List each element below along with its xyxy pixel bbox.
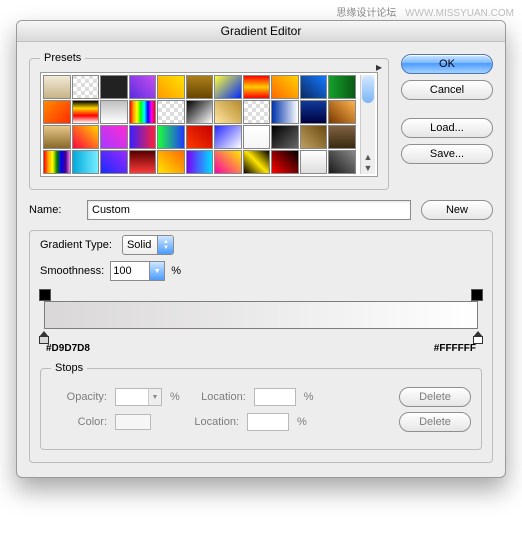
preset-swatch[interactable] [271,100,299,124]
preset-swatch[interactable] [100,150,128,174]
preset-swatch[interactable] [300,75,328,99]
dropdown-icon[interactable]: ▼ [149,262,164,280]
preset-swatch[interactable] [300,100,328,124]
smoothness-input[interactable]: ▼ [110,261,165,281]
gradient-type-select[interactable]: Solid ▲▼ [122,235,174,255]
opacity-location-input[interactable] [254,388,296,406]
smoothness-label: Smoothness: [40,265,104,277]
presets-scrollbar[interactable]: ▲ ▼ [360,75,375,174]
scroll-down-icon[interactable]: ▼ [364,163,373,174]
color-stop-left[interactable] [39,331,49,341]
preset-swatch[interactable] [43,150,71,174]
stops-group: Stops Opacity: ▼ % Location: % Delete Co… [40,362,482,450]
color-location-input[interactable] [247,413,289,431]
color-input[interactable] [115,414,151,430]
presets-menu-icon[interactable]: ▸ [376,60,382,74]
gradient-type-label: Gradient Type: [40,239,116,251]
preset-swatch[interactable] [243,125,271,149]
preset-swatch[interactable] [300,125,328,149]
window-title: Gradient Editor [17,21,505,42]
stops-legend: Stops [51,362,87,374]
updown-icon: ▲▼ [157,236,173,254]
preset-swatch[interactable] [271,75,299,99]
preset-swatch[interactable] [328,125,356,149]
preset-swatch[interactable] [129,150,157,174]
preset-swatch[interactable] [214,150,242,174]
preset-swatch[interactable] [157,75,185,99]
preset-swatch[interactable] [43,100,71,124]
color-stop-right[interactable] [473,331,483,341]
preset-swatch[interactable] [328,75,356,99]
scroll-up-icon[interactable]: ▲ [364,152,373,163]
watermark-url: WWW.MISSYUAN.COM [405,8,514,19]
gradient-bar[interactable] [44,301,478,329]
location-label-2: Location: [181,416,239,428]
preset-swatch[interactable] [157,125,185,149]
opacity-input[interactable]: ▼ [115,388,162,406]
left-hex: #D9D7D8 [46,343,90,354]
preset-swatch[interactable] [300,150,328,174]
color-label: Color: [51,416,107,428]
watermark-cn: 思缘设计论坛 [336,8,396,19]
preset-swatch[interactable] [214,100,242,124]
load-button[interactable]: Load... [401,118,493,138]
preset-swatch[interactable] [157,100,185,124]
delete-opacity-stop-button[interactable]: Delete [399,387,471,407]
opacity-stop-right[interactable] [471,289,483,301]
preset-swatch[interactable] [157,150,185,174]
presets-legend: Presets [40,52,85,64]
gradient-editor-window: Gradient Editor Presets ▸ ▲ ▼ OK Cancel [16,20,506,478]
preset-swatch[interactable] [72,150,100,174]
preset-swatch[interactable] [243,150,271,174]
opacity-stop-left[interactable] [39,289,51,301]
percent-symbol: % [171,265,181,277]
name-input[interactable] [87,200,411,220]
presets-group: Presets ▸ ▲ ▼ [29,52,389,190]
preset-swatch[interactable] [214,125,242,149]
preset-swatch[interactable] [186,75,214,99]
preset-swatch[interactable] [271,125,299,149]
preset-swatch[interactable] [129,125,157,149]
preset-swatch[interactable] [43,125,71,149]
preset-swatch[interactable] [186,150,214,174]
new-button[interactable]: New [421,200,493,220]
delete-color-stop-button[interactable]: Delete [399,412,471,432]
preset-swatch[interactable] [214,75,242,99]
presets-box: ▲ ▼ [40,72,378,177]
preset-swatch[interactable] [72,100,100,124]
gradient-type-group: Gradient Type: Solid ▲▼ Smoothness: ▼ % [29,230,493,463]
preset-swatch[interactable] [43,75,71,99]
preset-swatch[interactable] [72,125,100,149]
preset-swatch[interactable] [186,125,214,149]
preset-swatch[interactable] [271,150,299,174]
preset-swatch[interactable] [328,150,356,174]
preset-swatch[interactable] [129,100,157,124]
ok-button[interactable]: OK [401,54,493,74]
preset-swatch[interactable] [243,75,271,99]
save-button[interactable]: Save... [401,144,493,164]
preset-swatch-grid [43,75,356,174]
preset-swatch[interactable] [186,100,214,124]
preset-swatch[interactable] [328,100,356,124]
preset-swatch[interactable] [243,100,271,124]
preset-swatch[interactable] [72,75,100,99]
preset-swatch[interactable] [100,125,128,149]
name-label: Name: [29,204,77,216]
preset-swatch[interactable] [100,100,128,124]
cancel-button[interactable]: Cancel [401,80,493,100]
preset-swatch[interactable] [129,75,157,99]
opacity-label: Opacity: [51,391,107,403]
right-hex: #FFFFFF [434,343,476,354]
scrollbar-thumb[interactable] [362,75,374,103]
location-label-1: Location: [188,391,246,403]
preset-swatch[interactable] [100,75,128,99]
